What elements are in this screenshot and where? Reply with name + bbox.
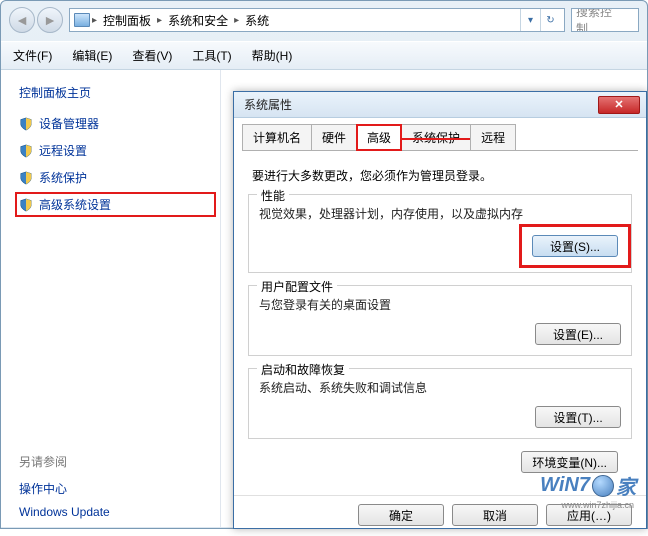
forward-button[interactable]: ► (37, 7, 63, 33)
tab-system-protection[interactable]: 系统保护 (401, 124, 471, 151)
performance-settings-button[interactable]: 设置(S)... (532, 235, 618, 257)
ok-button[interactable]: 确定 (358, 504, 444, 526)
see-also-windows-update[interactable]: Windows Update (19, 505, 210, 519)
see-also-heading: 另请参阅 (19, 453, 210, 470)
back-button[interactable]: ◄ (9, 7, 35, 33)
menu-edit[interactable]: 编辑(E) (68, 45, 116, 66)
dialog-titlebar[interactable]: 系统属性 ✕ (234, 92, 646, 118)
tab-advanced[interactable]: 高级 (356, 124, 402, 151)
dialog-title: 系统属性 (244, 96, 292, 113)
group-startup-recovery: 启动和故障恢复 系统启动、系统失败和调试信息 设置(T)... (248, 368, 632, 439)
watermark-url: www.win7zhijia.cn (561, 500, 634, 510)
tab-remote[interactable]: 远程 (470, 124, 516, 151)
menu-help[interactable]: 帮助(H) (248, 45, 297, 66)
chevron-right-icon[interactable]: ▸ (92, 15, 97, 26)
tab-computer-name[interactable]: 计算机名 (242, 124, 312, 151)
admin-note: 要进行大多数更改，您必须作为管理员登录。 (252, 167, 632, 184)
shield-icon (19, 144, 33, 158)
tab-hardware[interactable]: 硬件 (311, 124, 357, 151)
menu-tools[interactable]: 工具(T) (188, 45, 235, 66)
cancel-button[interactable]: 取消 (452, 504, 538, 526)
system-properties-dialog: 系统属性 ✕ 计算机名 硬件 高级 系统保护 远程 要进行大多数更改，您必须作为… (233, 91, 647, 529)
menu-file[interactable]: 文件(F) (9, 45, 56, 66)
shield-icon (19, 198, 33, 212)
sidebar-item-label: 设备管理器 (39, 115, 99, 132)
refresh-button[interactable]: ↻ (540, 9, 560, 31)
menu-bar: 文件(F) 编辑(E) 查看(V) 工具(T) 帮助(H) (1, 41, 647, 70)
control-panel-home-link[interactable]: 控制面板主页 (19, 84, 210, 101)
chevron-right-icon[interactable]: ▸ (234, 15, 239, 26)
group-label: 性能 (257, 187, 289, 204)
search-input[interactable]: 搜索控制… (571, 8, 639, 32)
sidebar-item-label: 系统保护 (39, 169, 87, 186)
computer-icon (74, 13, 90, 27)
watermark-logo: WiN7 家 (540, 471, 636, 500)
startup-settings-button[interactable]: 设置(T)... (535, 406, 621, 428)
annotation-strike (402, 138, 472, 140)
user-profiles-settings-button[interactable]: 设置(E)... (535, 323, 621, 345)
globe-icon (592, 475, 614, 497)
sidebar-system-protection[interactable]: 系统保护 (19, 169, 210, 186)
group-desc: 系统启动、系统失败和调试信息 (259, 379, 621, 396)
sidebar-item-label: 高级系统设置 (39, 196, 111, 213)
crumb-system[interactable]: 系统 (241, 10, 273, 31)
address-dropdown[interactable]: ▾ (520, 9, 540, 31)
chevron-right-icon[interactable]: ▸ (157, 15, 162, 26)
group-performance: 性能 视觉效果，处理器计划，内存使用，以及虚拟内存 设置(S)... (248, 194, 632, 273)
group-desc: 与您登录有关的桌面设置 (259, 296, 621, 313)
annotation-highlight: 设置(S)... (519, 224, 631, 268)
environment-variables-button[interactable]: 环境变量(N)... (521, 451, 618, 473)
breadcrumb: ▸ 控制面板 ▸ 系统和安全 ▸ 系统 (74, 10, 516, 31)
sidebar-item-label: 远程设置 (39, 142, 87, 159)
group-label: 用户配置文件 (257, 278, 337, 295)
address-bar[interactable]: ▸ 控制面板 ▸ 系统和安全 ▸ 系统 ▾ ↻ (69, 8, 565, 32)
menu-view[interactable]: 查看(V) (128, 45, 176, 66)
sidebar-advanced-system-settings[interactable]: 高级系统设置 (15, 192, 216, 217)
crumb-control-panel[interactable]: 控制面板 (99, 10, 155, 31)
sidebar-remote-settings[interactable]: 远程设置 (19, 142, 210, 159)
close-button[interactable]: ✕ (598, 96, 640, 114)
close-icon: ✕ (614, 98, 623, 111)
shield-icon (19, 171, 33, 185)
explorer-nav-bar: ◄ ► ▸ 控制面板 ▸ 系统和安全 ▸ 系统 ▾ ↻ 搜索控制… (1, 1, 647, 41)
group-label: 启动和故障恢复 (257, 361, 349, 378)
group-user-profiles: 用户配置文件 与您登录有关的桌面设置 设置(E)... (248, 285, 632, 356)
crumb-system-security[interactable]: 系统和安全 (164, 10, 232, 31)
left-panel: 控制面板主页 设备管理器 远程设置 系统保护 高级系统设置 (1, 70, 221, 527)
see-also-action-center[interactable]: 操作中心 (19, 480, 210, 497)
tab-strip: 计算机名 硬件 高级 系统保护 远程 (234, 118, 646, 151)
sidebar-device-manager[interactable]: 设备管理器 (19, 115, 210, 132)
shield-icon (19, 117, 33, 131)
group-desc: 视觉效果，处理器计划，内存使用，以及虚拟内存 (259, 205, 621, 222)
